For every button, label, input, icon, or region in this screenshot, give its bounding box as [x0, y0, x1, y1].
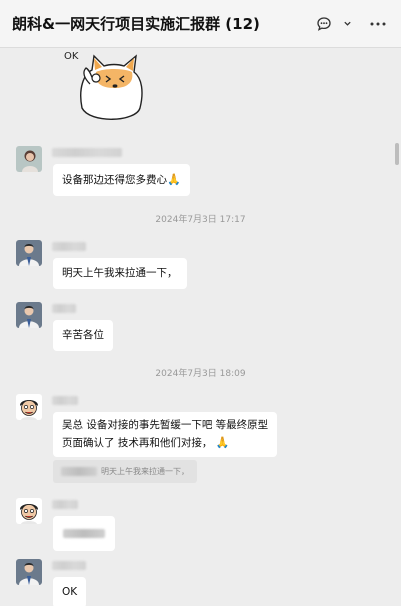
redacted-message-text	[63, 528, 105, 538]
message-text: 设备那边还得您多费心	[62, 174, 167, 186]
sender-name	[52, 561, 86, 570]
sender-name	[52, 396, 78, 405]
message-bubble[interactable]: 吴总 设备对接的事先暂缓一下吧 等最终原型 页面确认了 技术再和他们对接， 🙏	[53, 412, 278, 457]
avatar[interactable]	[16, 302, 42, 328]
more-icon[interactable]	[367, 13, 389, 35]
avatar[interactable]	[16, 240, 42, 266]
clap-hands-emoji: 🙏	[215, 436, 230, 449]
avatar[interactable]	[16, 498, 42, 524]
corgi-sticker[interactable]: OK	[62, 48, 152, 128]
quoted-message[interactable]: 明天上午我来拉通一下，	[53, 460, 197, 483]
chat-bubble-icon[interactable]	[313, 13, 335, 35]
clap-hands-emoji: 🙏	[167, 173, 181, 186]
message-bubble[interactable]	[53, 516, 115, 551]
chat-message-area[interactable]: OK 设备那边还得您多费心🙏 2024年7月3日 17:17 明天上午我来拉通一…	[0, 48, 401, 606]
chat-title: 朗科&一网天行项目实施汇报群 (12)	[12, 15, 260, 33]
message-text-line-1: 吴总 设备对接的事先暂缓一下吧 等最终原型	[62, 419, 269, 431]
chat-header: 朗科&一网天行项目实施汇报群 (12)	[0, 0, 401, 48]
scrollbar-thumb[interactable]	[395, 143, 399, 165]
message-text: 明天上午我来拉通一下，	[62, 267, 178, 279]
timestamp: 2024年7月3日 18:09	[155, 369, 246, 379]
message-text-line-2: 页面确认了 技术再和他们对接，	[62, 437, 213, 449]
sender-name	[52, 148, 122, 157]
sender-name	[52, 242, 86, 251]
message-text: OK	[62, 586, 78, 598]
timestamp: 2024年7月3日 17:17	[155, 215, 246, 225]
sender-name	[52, 304, 76, 313]
avatar[interactable]	[16, 146, 42, 172]
message-bubble[interactable]: 明天上午我来拉通一下，	[53, 258, 187, 289]
message-bubble[interactable]: 辛苦各位	[53, 320, 113, 351]
message-bubble[interactable]: 设备那边还得您多费心🙏	[53, 164, 190, 196]
sticker-text: OK	[64, 51, 79, 62]
quoted-text: 明天上午我来拉通一下，	[101, 467, 189, 476]
message-text: 辛苦各位	[62, 329, 104, 341]
chevron-down-icon[interactable]	[341, 13, 353, 35]
header-actions	[313, 13, 389, 35]
avatar[interactable]	[16, 559, 42, 585]
sender-name	[52, 500, 78, 509]
message-bubble[interactable]: OK	[53, 577, 87, 606]
avatar[interactable]	[16, 394, 42, 420]
quoted-sender	[61, 467, 97, 476]
